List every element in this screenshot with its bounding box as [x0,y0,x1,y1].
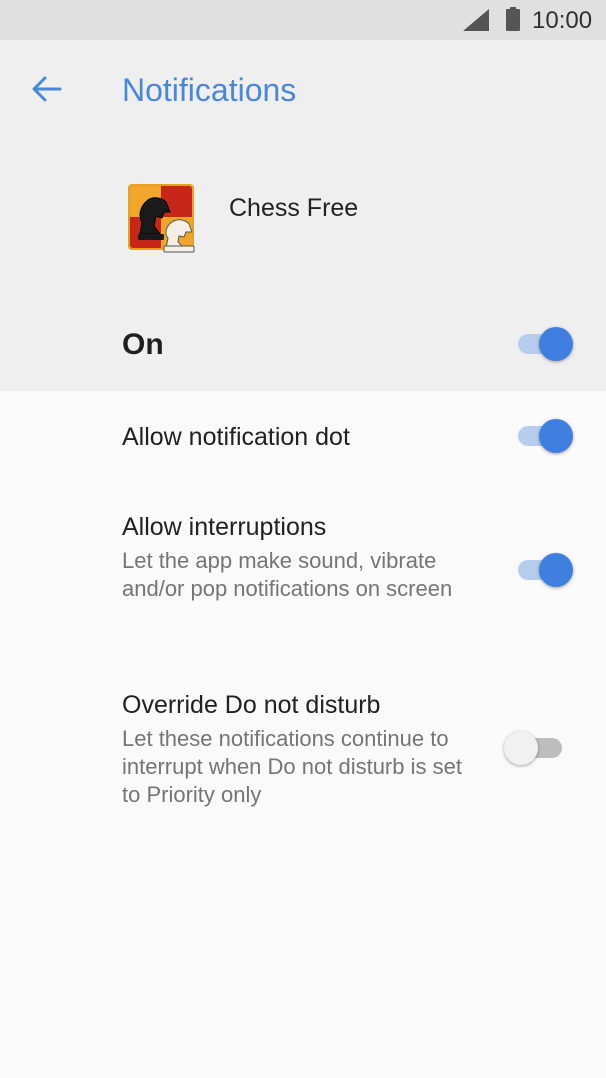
master-switch-label: On [122,328,164,361]
notification-settings-screen: 10:00 Notifications Chess Free On Allow … [0,0,606,1078]
override-dnd-summary: Let these notifications continue to inte… [122,726,462,807]
page-title: Notifications [122,72,297,108]
app-name: Chess Free [229,194,359,222]
status-time: 10:00 [532,7,593,34]
battery-full-icon [506,7,520,31]
override-dnd-title: Override Do not disturb [122,691,381,719]
back-button[interactable] [24,66,70,112]
override-dnd-toggle[interactable] [504,727,562,767]
arrow-back-icon [32,76,62,102]
toggle-thumb [504,731,538,765]
notification-dot-title: Allow notification dot [122,423,350,451]
cell-signal-icon [463,9,489,31]
allow-interruptions-summary: Let the app make sound, vibrate and/or p… [122,548,453,601]
chess-knights-app-icon [128,184,195,253]
status-bar: 10:00 [0,0,606,40]
master-notifications-toggle[interactable] [518,323,574,363]
toggle-thumb [539,327,573,361]
notification-dot-toggle[interactable] [518,415,574,455]
toggle-thumb [539,553,573,587]
allow-interruptions-title: Allow interruptions [122,513,327,541]
toggle-thumb [539,419,573,453]
allow-interruptions-toggle[interactable] [518,549,574,589]
